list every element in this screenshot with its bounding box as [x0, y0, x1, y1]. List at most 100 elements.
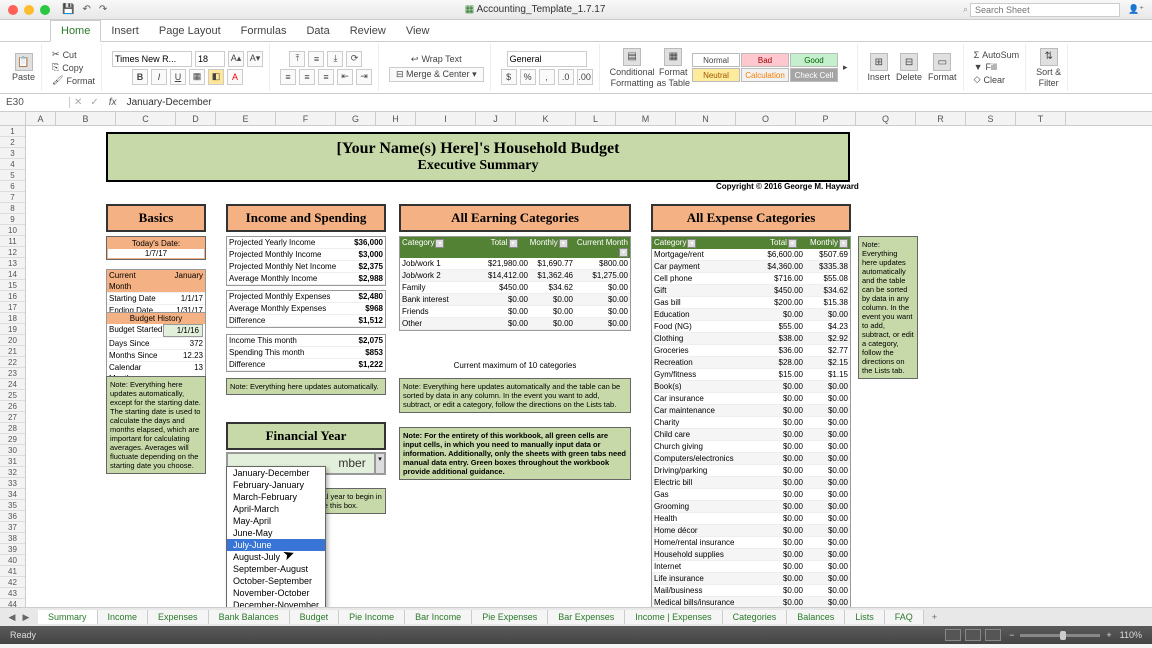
dropdown-item[interactable]: July-June: [227, 539, 325, 551]
column-header[interactable]: P: [796, 112, 856, 125]
row-header[interactable]: 10: [0, 225, 25, 236]
align-left-button[interactable]: ≡: [280, 69, 296, 85]
expense-col-category[interactable]: Category▾: [654, 238, 746, 248]
tab-formulas[interactable]: Formulas: [231, 21, 297, 41]
sheet-nav-first[interactable]: ◀: [6, 612, 18, 623]
sheet-tab[interactable]: Budget: [290, 610, 340, 624]
row-header[interactable]: 13: [0, 258, 25, 269]
zoom-level[interactable]: 110%: [1120, 630, 1142, 640]
sheet-tab[interactable]: FAQ: [885, 610, 924, 624]
name-box[interactable]: E30: [0, 97, 70, 108]
row-header[interactable]: 9: [0, 214, 25, 225]
row-header[interactable]: 43: [0, 588, 25, 599]
filter-arrow-icon[interactable]: ▾: [788, 239, 797, 248]
zoom-in-button[interactable]: +: [1106, 630, 1111, 640]
style-calc[interactable]: Calculation: [741, 68, 789, 82]
sheet-nav-last[interactable]: ▶: [20, 612, 32, 623]
expense-col-monthly[interactable]: Monthly▾: [797, 238, 848, 248]
formula-input[interactable]: January-December: [123, 97, 216, 108]
dropdown-item[interactable]: November-October: [227, 587, 325, 599]
dropdown-item[interactable]: June-May: [227, 527, 325, 539]
paste-button[interactable]: 📋 Paste: [12, 53, 35, 82]
percent-button[interactable]: %: [520, 69, 536, 85]
column-header[interactable]: J: [476, 112, 516, 125]
row-header[interactable]: 14: [0, 269, 25, 280]
zoom-slider[interactable]: [1020, 634, 1100, 637]
sort-filter-button[interactable]: ⇅Sort &Filter: [1036, 48, 1061, 88]
select-all-corner[interactable]: [0, 112, 26, 125]
sheet-tab[interactable]: Summary: [38, 610, 98, 624]
style-neutral[interactable]: Neutral: [692, 68, 740, 82]
row-header[interactable]: 17: [0, 302, 25, 313]
column-header[interactable]: E: [216, 112, 276, 125]
row-header[interactable]: 30: [0, 445, 25, 456]
column-header[interactable]: Q: [856, 112, 916, 125]
tab-insert[interactable]: Insert: [101, 21, 149, 41]
search-sheet-input[interactable]: [970, 3, 1120, 17]
row-header[interactable]: 22: [0, 357, 25, 368]
row-header[interactable]: 18: [0, 313, 25, 324]
dropdown-item[interactable]: September-August: [227, 563, 325, 575]
row-header[interactable]: 28: [0, 423, 25, 434]
font-size-select[interactable]: [195, 51, 225, 67]
currency-button[interactable]: $: [501, 69, 517, 85]
filter-arrow-icon[interactable]: ▾: [687, 239, 696, 248]
column-header[interactable]: M: [616, 112, 676, 125]
save-icon[interactable]: 💾: [62, 4, 74, 15]
align-middle-button[interactable]: ≡: [308, 51, 324, 67]
column-header[interactable]: N: [676, 112, 736, 125]
styles-more-button[interactable]: ▸: [840, 62, 851, 73]
dropdown-item[interactable]: March-February: [227, 491, 325, 503]
column-header[interactable]: F: [276, 112, 336, 125]
row-header[interactable]: 24: [0, 379, 25, 390]
format-as-table-button[interactable]: ▦Formatas Table: [657, 48, 690, 88]
row-header[interactable]: 40: [0, 555, 25, 566]
row-header[interactable]: 36: [0, 511, 25, 522]
row-header[interactable]: 15: [0, 280, 25, 291]
column-header[interactable]: C: [116, 112, 176, 125]
column-header[interactable]: H: [376, 112, 416, 125]
style-normal[interactable]: Normal: [692, 53, 740, 67]
row-header[interactable]: 41: [0, 566, 25, 577]
wrap-text-button[interactable]: ↩Wrap Text: [411, 54, 462, 65]
row-header[interactable]: 5: [0, 170, 25, 181]
column-header[interactable]: S: [966, 112, 1016, 125]
sheet-tab[interactable]: Categories: [723, 610, 788, 624]
align-bottom-button[interactable]: ⤓: [327, 51, 343, 67]
earning-col-category[interactable]: Category▾: [402, 238, 467, 257]
number-format-select[interactable]: [507, 51, 587, 67]
row-header[interactable]: 35: [0, 500, 25, 511]
row-header[interactable]: 37: [0, 522, 25, 533]
sheet-tab[interactable]: Income | Expenses: [625, 610, 722, 624]
finyear-dropdown-button[interactable]: ▾: [375, 453, 385, 474]
close-window-button[interactable]: [8, 5, 18, 15]
earning-col-monthly[interactable]: Monthly▾: [518, 238, 568, 257]
style-check[interactable]: Check Cell: [790, 68, 838, 82]
row-header[interactable]: 8: [0, 203, 25, 214]
comma-button[interactable]: ,: [539, 69, 555, 85]
minimize-window-button[interactable]: [24, 5, 34, 15]
format-cells-button[interactable]: ▭Format: [928, 53, 957, 82]
indent-dec-button[interactable]: ⇤: [337, 69, 353, 85]
tab-review[interactable]: Review: [340, 21, 396, 41]
underline-button[interactable]: U: [170, 69, 186, 85]
row-header[interactable]: 4: [0, 159, 25, 170]
undo-icon[interactable]: ↶: [82, 4, 90, 15]
row-header[interactable]: 42: [0, 577, 25, 588]
fill-button[interactable]: ▼Fill: [974, 62, 997, 72]
row-header[interactable]: 16: [0, 291, 25, 302]
row-header[interactable]: 31: [0, 456, 25, 467]
maximize-window-button[interactable]: [40, 5, 50, 15]
row-header[interactable]: 26: [0, 401, 25, 412]
dec-decimal-button[interactable]: .00: [577, 69, 593, 85]
row-header[interactable]: 32: [0, 467, 25, 478]
dropdown-item[interactable]: October-September: [227, 575, 325, 587]
format-painter-button[interactable]: 🖌Format: [52, 75, 95, 86]
row-header[interactable]: 7: [0, 192, 25, 203]
row-header[interactable]: 39: [0, 544, 25, 555]
zoom-out-button[interactable]: −: [1009, 630, 1014, 640]
budget-started-input[interactable]: 1/1/16: [163, 324, 203, 337]
expense-col-total[interactable]: Total▾: [746, 238, 797, 248]
sheet-tab[interactable]: Income: [98, 610, 149, 624]
normal-view-button[interactable]: [945, 629, 961, 641]
